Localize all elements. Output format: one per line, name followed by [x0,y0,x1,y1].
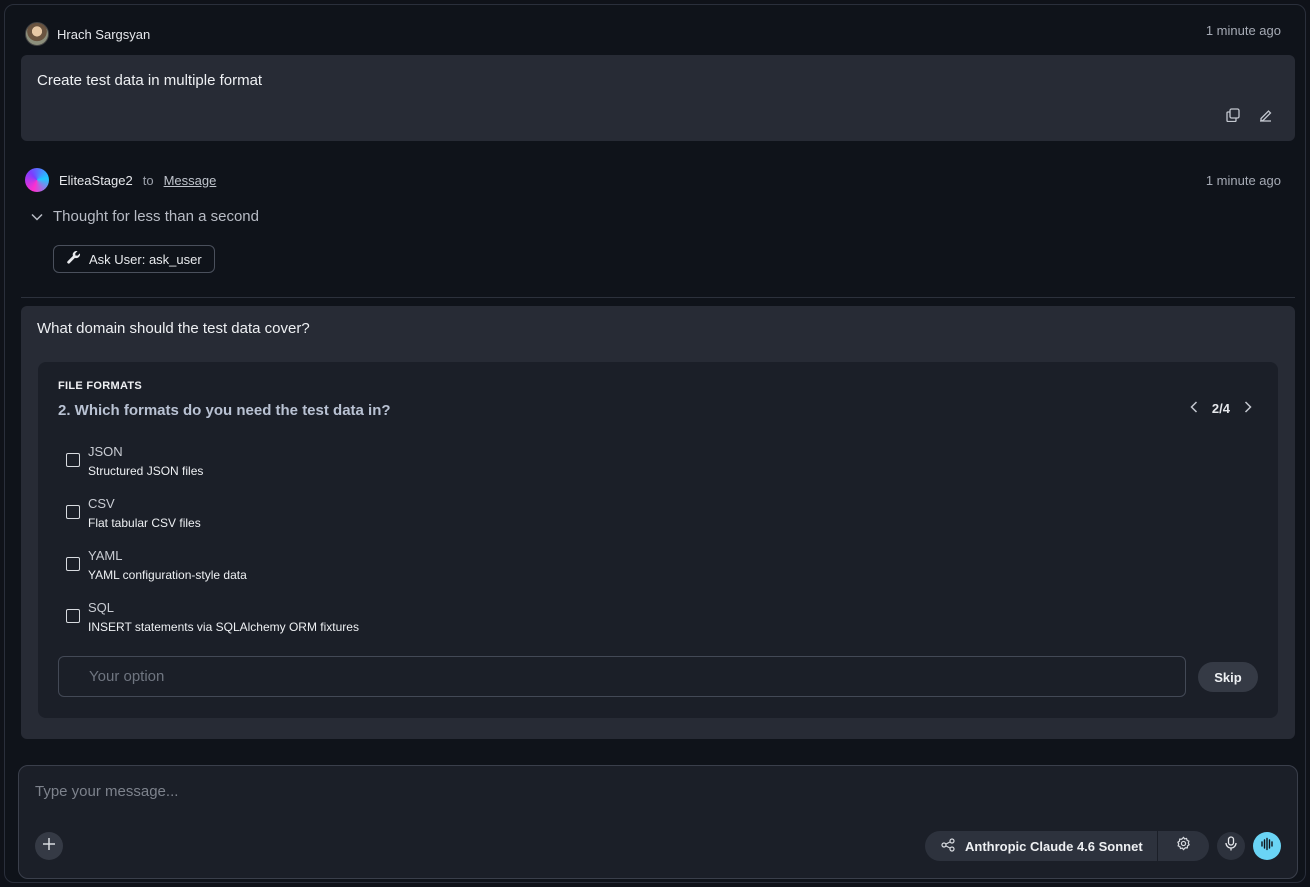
chevron-down-icon [31,208,43,225]
voice-mode-button[interactable] [1253,832,1281,860]
copy-icon[interactable] [1226,108,1240,123]
edit-icon[interactable] [1258,108,1273,123]
thought-toggle[interactable]: Thought for less than a second [31,208,259,225]
to-label: to [142,172,154,188]
assistant-message-header: EliteaStage2 to Message [25,168,216,192]
sub-question: 2. Which formats do you need the test da… [58,402,391,419]
attach-button[interactable] [35,832,63,860]
user-message-text: Create test data in multiple format [37,72,263,89]
option-label: SQL [88,600,115,615]
assistant-message-time: 1 minute ago [1205,173,1281,188]
model-name: Anthropic Claude 4.6 Sonnet [965,838,1143,854]
assistant-avatar [25,168,49,192]
waveform-icon [1260,837,1274,856]
user-avatar [25,22,49,46]
user-name: Hrach Sargsyan [57,26,151,42]
plus-icon [42,837,56,856]
option-description: YAML configuration-style data [88,568,247,582]
chevron-right-icon[interactable] [1244,401,1252,416]
option-label: JSON [88,444,123,459]
model-settings-button[interactable] [1158,831,1209,861]
chevron-left-icon[interactable] [1190,401,1198,416]
tool-chip-label: Ask User: ask_user [89,251,202,267]
tool-call-chip[interactable]: Ask User: ask_user [53,245,215,273]
checkbox[interactable] [66,557,80,571]
microphone-icon [1225,836,1237,856]
wrench-icon [66,250,81,268]
question-card: What domain should the test data cover? … [21,306,1295,739]
option-label: CSV [88,496,115,511]
user-message-bubble: Create test data in multiple format [21,55,1295,141]
option-description: Structured JSON files [88,464,204,478]
target-link[interactable]: Message [164,173,217,188]
option-label: YAML [88,548,123,563]
microphone-button[interactable] [1217,832,1245,860]
model-select-button[interactable]: Anthropic Claude 4.6 Sonnet [925,831,1158,861]
question-title: What domain should the test data cover? [37,320,310,337]
question-form: FILE FORMATS 2. Which formats do you nee… [38,362,1278,718]
gear-icon [1176,836,1191,856]
your-option-input[interactable] [58,656,1186,697]
divider [21,297,1295,298]
section-label: FILE FORMATS [58,380,143,392]
option-description: INSERT statements via SQLAlchemy ORM fix… [88,620,359,634]
checkbox[interactable] [66,609,80,623]
thought-label: Thought for less than a second [53,208,259,225]
user-message-time: 1 minute ago [1205,23,1281,38]
message-input[interactable] [35,780,1235,802]
model-selector[interactable]: Anthropic Claude 4.6 Sonnet [925,831,1209,861]
pager-text: 2/4 [1211,401,1230,416]
checkbox[interactable] [66,453,80,467]
message-composer: Anthropic Claude 4.6 Sonnet [18,765,1298,879]
chat-window: Hrach Sargsyan 1 minute ago Create test … [4,4,1306,883]
share-nodes-icon [941,837,955,855]
assistant-name: EliteaStage2 [59,172,133,188]
user-message-header: Hrach Sargsyan [25,22,150,46]
option-description: Flat tabular CSV files [88,516,201,530]
skip-button[interactable]: Skip [1198,662,1258,692]
pager: 2/4 [1190,401,1252,416]
checkbox[interactable] [66,505,80,519]
